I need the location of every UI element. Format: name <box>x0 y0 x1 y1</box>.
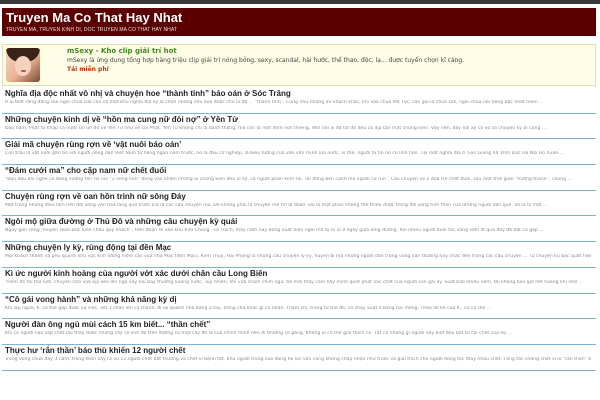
promo-avatar[interactable] <box>6 48 40 82</box>
article-title-link[interactable]: Giải mã chuyện rùng rợn về ‘vật nuôi báo… <box>5 140 181 149</box>
article-excerpt: Ít ai biết rằng đằng sau ngôi chùa Dơi c… <box>5 100 544 105</box>
article-item: “Đám cưới ma” cho cặp nam nữ chết đuối “… <box>2 165 596 191</box>
article-item: Nghĩa địa độc nhất vô nhị và chuyện hoe … <box>2 88 596 114</box>
article-item: Ngôi mộ giữa đường ở Thủ Đô và những câu… <box>2 216 596 243</box>
article-excerpt: Trong vòng chưa đầy 3 năm, trong thôn xả… <box>5 356 591 362</box>
article-title-link[interactable]: Những chuyện kinh dị về “hồn ma cung nữ … <box>5 115 238 124</box>
promo-description: mSexy là ứng dụng tổng hợp hàng triệu cl… <box>67 57 465 64</box>
article-excerpt: Khi lập ngựa, K. có thể gặp được sự việc… <box>5 305 492 311</box>
article-excerpt: Khi có người nào sắp chết lão thấy được … <box>5 331 512 337</box>
site-header: Truyen Ma Co That Hay Nhat TRUYEN MA, TR… <box>2 8 596 36</box>
article-title-link[interactable]: Kì ức người kinh hoàng của người vớt xác… <box>5 269 267 278</box>
article-title-link[interactable]: Người đàn ông ngủ mùi cách 15 km biết...… <box>5 320 210 329</box>
article-title-link[interactable]: “Đám cưới ma” cho cặp nam nữ chết đuối <box>5 166 166 175</box>
article-excerpt: Ngay gần cổng “Huyện Hoài Đức kinh châu … <box>5 228 544 234</box>
article-item: Kì ức người kinh hoàng của người vớt xác… <box>2 268 596 294</box>
article-excerpt: Con trâu là vật nuôi gắn bó với người nô… <box>5 151 565 157</box>
article-item: Người đàn ông ngủ mùi cách 15 km biết...… <box>2 319 596 345</box>
app-promo-banner[interactable]: mSexy - Kho clip giải trí hot mSexy là ứ… <box>2 44 596 86</box>
article-title-link[interactable]: Thực hư ‘rắn thần’ báo thù khiến 12 ngườ… <box>5 346 185 355</box>
article-item: Những chuyện kinh dị về “hồn ma cung nữ … <box>2 114 596 140</box>
article-item: Những chuyện ly kỳ, rùng động tại đền Mạ… <box>2 242 596 268</box>
promo-download-link[interactable]: Tải miễn phí <box>67 66 109 73</box>
site-title[interactable]: Truyen Ma Co That Hay Nhat <box>6 10 182 25</box>
article-title-link[interactable]: Chuyện rùng rợn về oan hồn trinh nữ sông… <box>5 192 186 201</box>
promo-title[interactable]: mSexy - Kho clip giải trí hot <box>67 47 177 55</box>
article-title-link[interactable]: Nghĩa địa độc nhất vô nhị và chuyện hoe … <box>5 89 291 98</box>
article-title-link[interactable]: Ngôi mộ giữa đường ở Thủ Đô và những câu… <box>5 217 237 226</box>
article-item: Giải mã chuyện rùng rợn về ‘vật nuôi báo… <box>2 139 596 166</box>
article-excerpt: Một trong những điều làm nên đời sống vă… <box>5 202 548 208</box>
browser-top-bar <box>0 0 600 4</box>
article-item: Chuyện rùng rợn về oan hồn trinh nữ sông… <box>2 191 596 217</box>
article-excerpt: Mọi khách thành và phú quanh khu vực Kim… <box>5 254 591 260</box>
article-title-link[interactable]: “Cô gái vong hành” và những khả năng kỳ … <box>5 295 177 304</box>
article-list: Nghĩa địa độc nhất vô nhị và chuyện hoe … <box>2 88 596 371</box>
article-title-link[interactable]: Những chuyện ly kỳ, rùng động tại đền Mạ… <box>5 243 171 252</box>
article-excerpt: “Bạn đầu khi nghe cô đồng xướng tên rồi … <box>5 177 572 183</box>
article-excerpt: “Hôm đó tôi thả lưới, chuyến nhà vừa kịp… <box>5 279 583 285</box>
article-excerpt: Đầu năm, Phật tử khắp cả nước ùn ùn đổ v… <box>5 125 547 131</box>
article-item: Thực hư ‘rắn thần’ báo thù khiến 12 ngườ… <box>2 345 596 371</box>
site-tagline: TRUYEN MA, TRUYEN KINH DI, DOC TRUYEN MA… <box>6 27 178 33</box>
article-item: “Cô gái vong hành” và những khả năng kỳ … <box>2 294 596 320</box>
